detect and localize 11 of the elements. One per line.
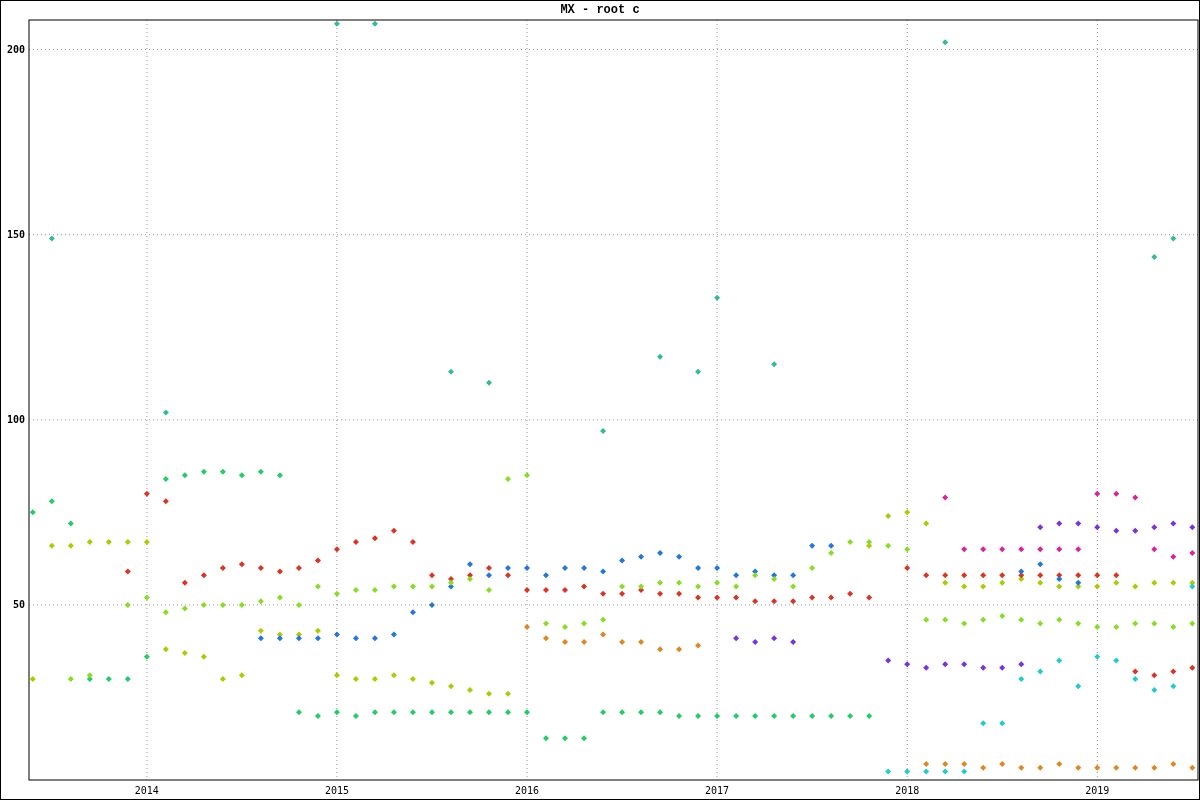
y-tick-label: 100 xyxy=(6,413,25,425)
y-tick-label: 150 xyxy=(6,228,25,240)
x-tick-label: 2017 xyxy=(705,785,730,796)
x-tick-label: 2019 xyxy=(1085,785,1110,796)
y-tick-label: 200 xyxy=(6,43,25,55)
x-tick-label: 2018 xyxy=(895,785,920,796)
x-tick-label: 2016 xyxy=(514,785,540,796)
y-tick-label: 50 xyxy=(12,598,25,610)
x-tick-label: 2015 xyxy=(324,785,349,796)
x-tick-label: 2014 xyxy=(134,785,159,796)
chart-title: MX - root c xyxy=(560,3,640,17)
